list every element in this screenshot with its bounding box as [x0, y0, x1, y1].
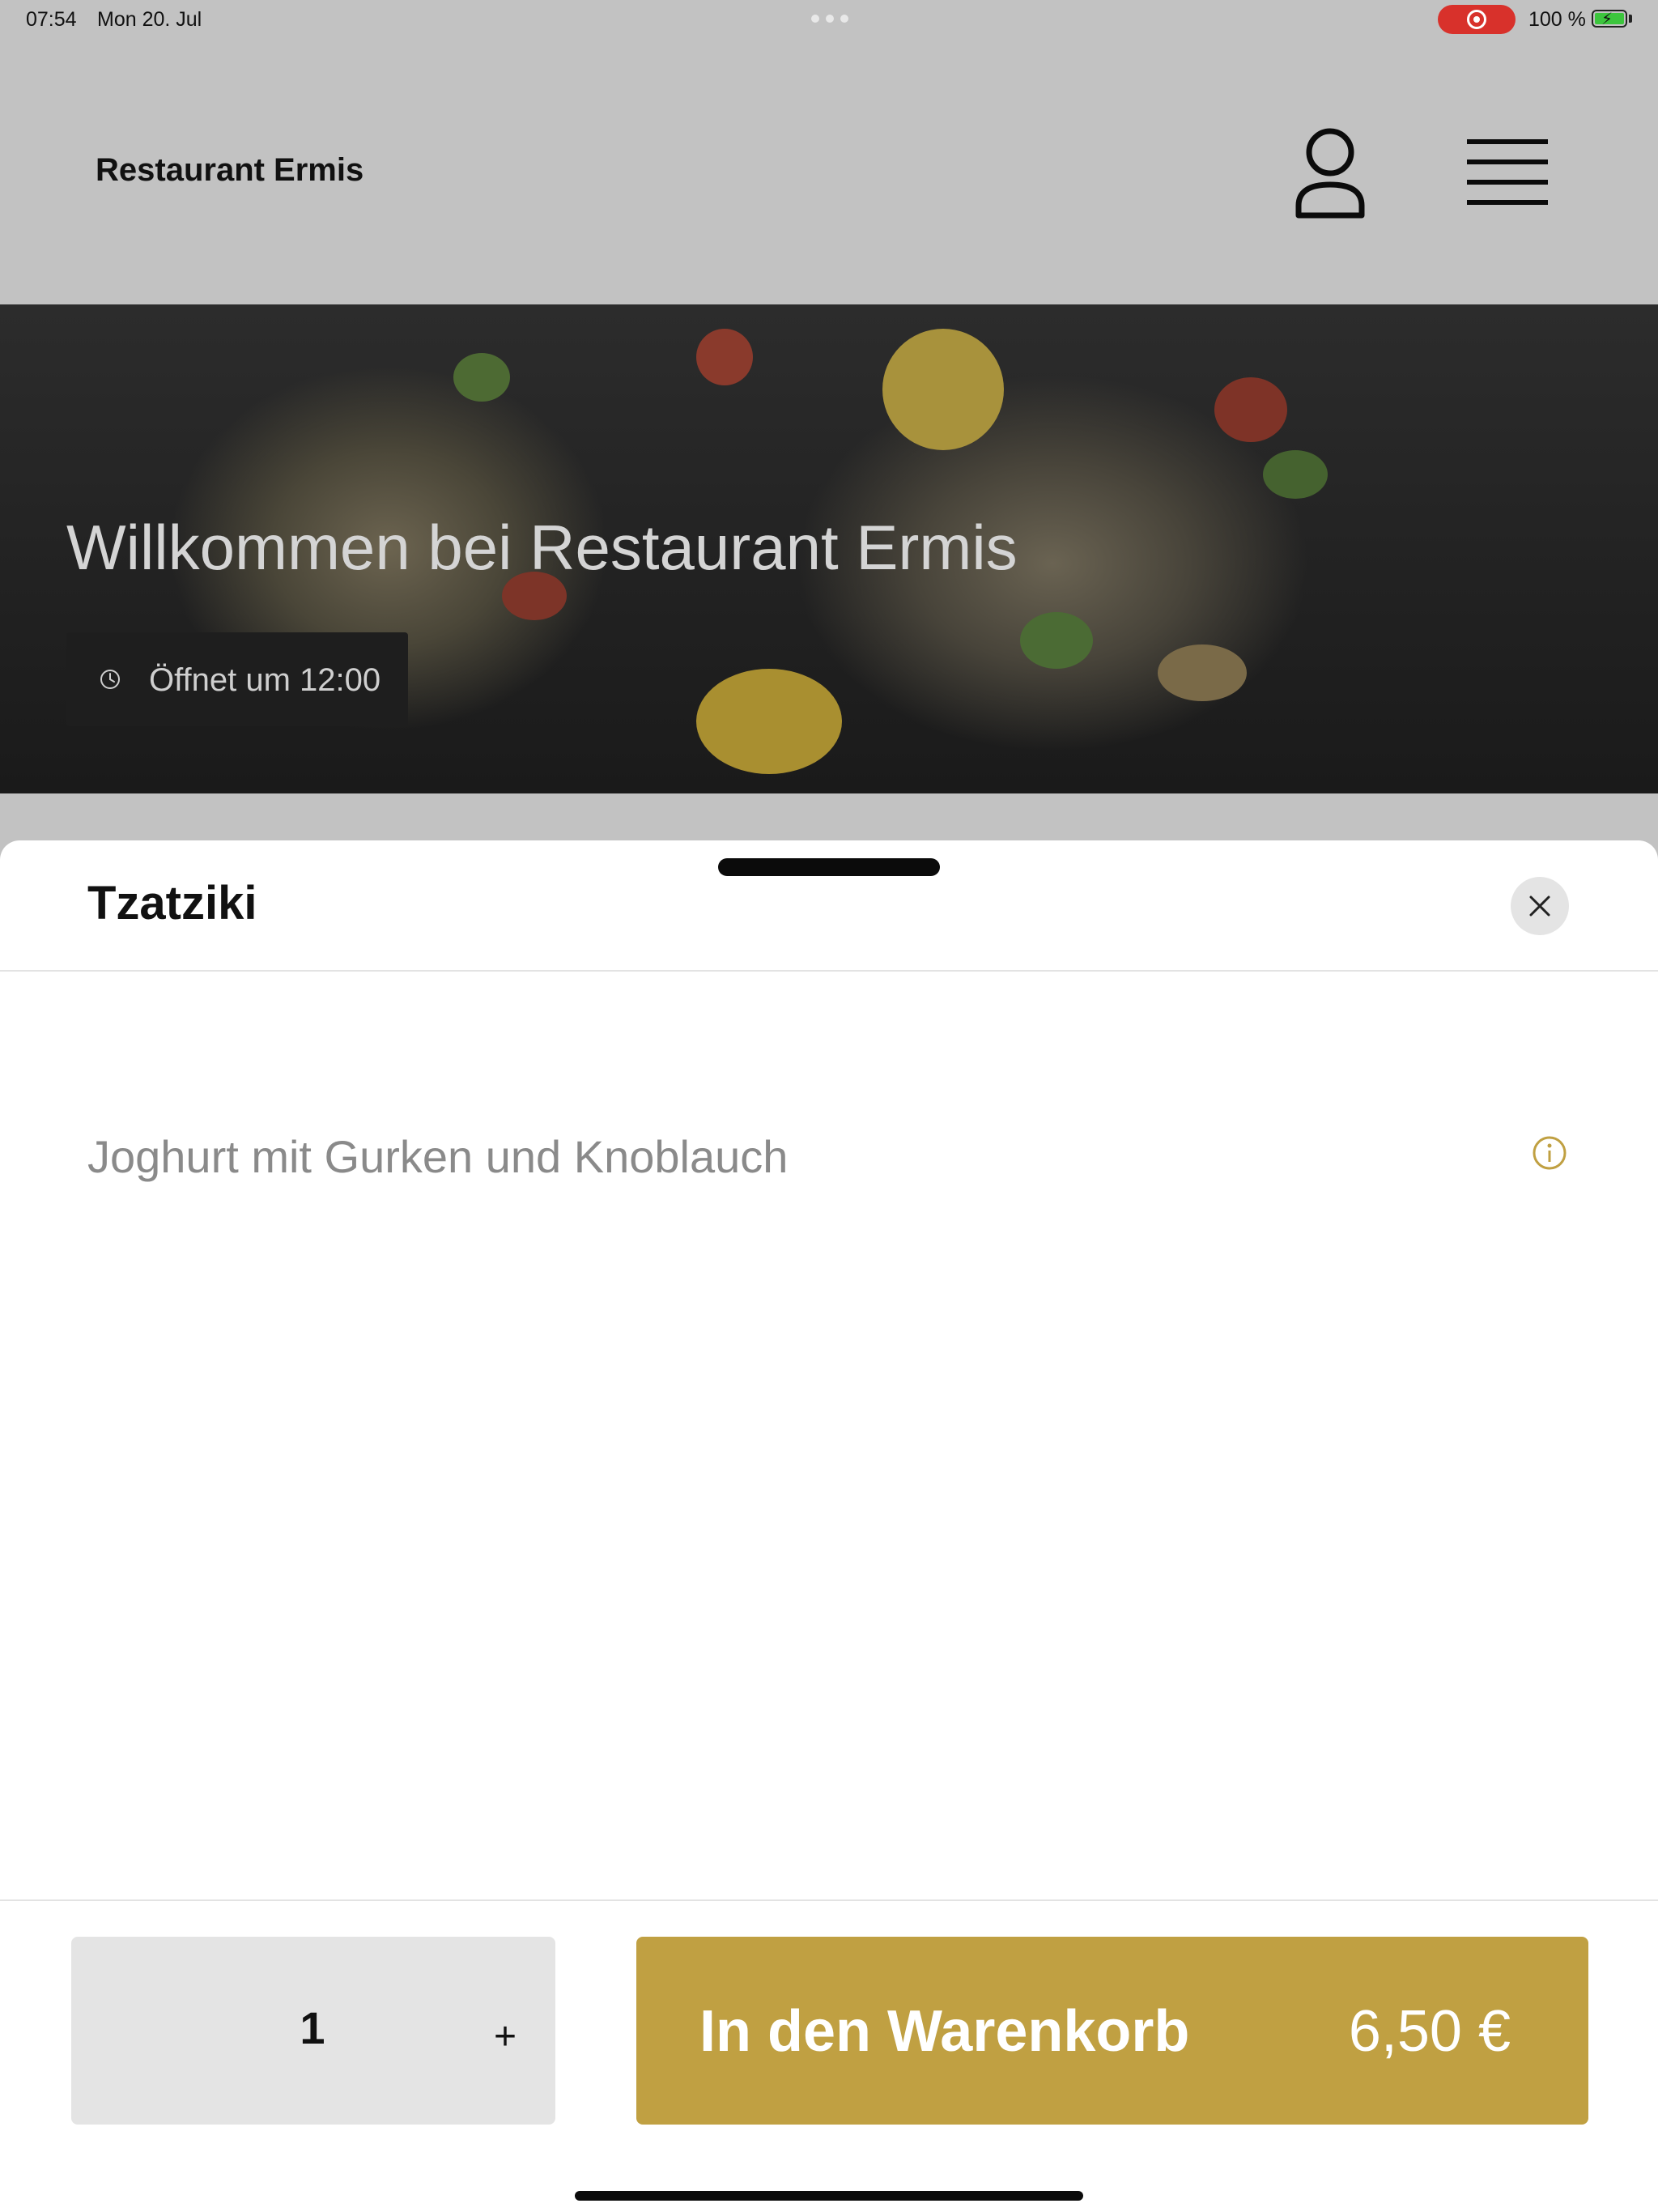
opening-hours-badge: Öffnet um 12:00 — [66, 632, 408, 726]
close-button[interactable] — [1511, 877, 1569, 935]
hamburger-menu-icon[interactable] — [1467, 138, 1548, 207]
user-icon[interactable] — [1294, 128, 1367, 219]
home-indicator[interactable] — [575, 2191, 1083, 2201]
clock-icon — [100, 670, 120, 689]
brand-title[interactable]: Restaurant Ermis — [96, 152, 363, 189]
quantity-stepper: 1 + — [71, 1937, 555, 2125]
food-image-detail — [1020, 612, 1093, 669]
battery-percent: 100 % — [1528, 8, 1586, 31]
hero-title: Willkommen bei Restaurant Ermis — [66, 512, 1018, 583]
close-icon — [1529, 895, 1550, 917]
footer-divider — [0, 1899, 1658, 1901]
add-to-cart-button[interactable]: In den Warenkorb 6,50 € — [636, 1937, 1588, 2125]
food-image-detail — [696, 669, 842, 774]
product-title: Tzatziki — [87, 877, 257, 929]
food-image-detail — [453, 353, 510, 402]
food-image-detail — [1158, 644, 1247, 701]
food-image-detail — [1263, 450, 1328, 499]
info-icon[interactable] — [1532, 1135, 1567, 1171]
quantity-value: 1 — [300, 2002, 325, 2053]
status-date: Mon 20. Jul — [97, 8, 202, 31]
multitasking-dots-icon[interactable] — [811, 15, 848, 23]
sheet-divider — [0, 970, 1658, 972]
sheet-grabber[interactable] — [718, 858, 940, 876]
product-description: Joghurt mit Gurken und Knoblauch — [87, 1131, 789, 1182]
food-image-detail — [696, 329, 753, 385]
screen-recording-icon[interactable] — [1438, 5, 1516, 34]
battery-icon: ⚡ — [1592, 10, 1627, 28]
increment-button[interactable]: + — [472, 2014, 538, 2060]
status-time: 07:54 — [26, 8, 77, 31]
product-sheet: Tzatziki Joghurt mit Gurken und Knoblauc… — [0, 840, 1658, 2212]
product-price: 6,50 € — [1348, 1999, 1511, 2064]
food-image-detail — [882, 329, 1004, 450]
app-header: Restaurant Ermis — [0, 40, 1658, 304]
add-to-cart-label: In den Warenkorb — [699, 1999, 1190, 2064]
hero-banner: Willkommen bei Restaurant Ermis Öffnet u… — [0, 304, 1658, 793]
opening-hours-text: Öffnet um 12:00 — [149, 662, 381, 698]
food-image-detail — [1214, 377, 1287, 442]
status-bar: 07:54 Mon 20. Jul 100 % ⚡ — [0, 0, 1658, 40]
